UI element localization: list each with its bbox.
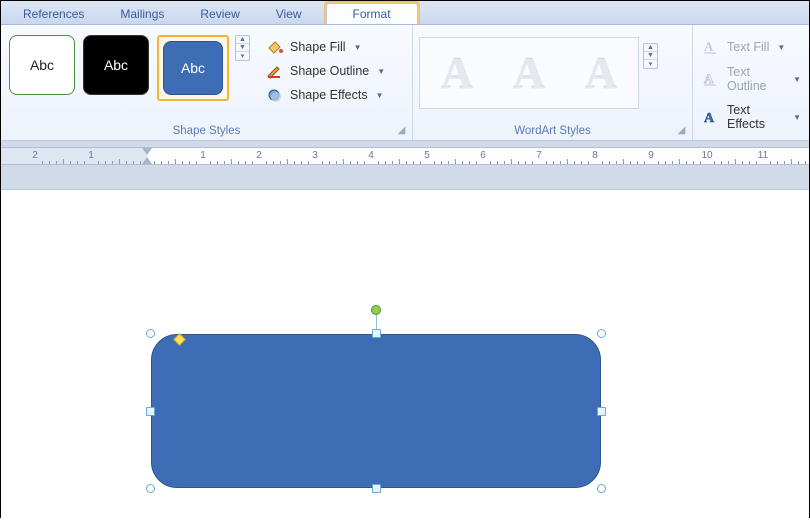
first-line-indent-marker[interactable] xyxy=(142,148,152,155)
ruler-area: 211234567891011 xyxy=(1,141,809,190)
document-canvas[interactable] xyxy=(1,190,809,520)
resize-handle-w[interactable] xyxy=(146,407,155,416)
text-outline-icon: A xyxy=(703,71,721,87)
text-effects-button[interactable]: A Text Effects ▼ xyxy=(701,101,803,133)
bucket-icon xyxy=(266,39,284,55)
tab-review[interactable]: Review xyxy=(182,3,257,24)
gallery-scroll-up[interactable]: ▲ xyxy=(236,36,249,44)
tab-view[interactable]: View xyxy=(258,3,320,24)
wordart-preset-3[interactable]: A xyxy=(570,44,632,102)
wordart-preset-2[interactable]: A xyxy=(498,44,560,102)
selected-shape-rounded-rectangle[interactable] xyxy=(151,334,601,488)
chevron-down-icon: ▼ xyxy=(376,91,384,100)
text-effects-icon: A xyxy=(703,109,721,125)
shape-style-preset-selected[interactable]: Abc xyxy=(157,35,229,101)
gallery-scroll-down[interactable]: ▼ xyxy=(236,44,249,52)
text-outline-label: Text Outline xyxy=(727,65,785,93)
tab-references[interactable]: References xyxy=(5,3,102,24)
group-label-shape-styles: Shape Styles xyxy=(7,122,406,140)
ruler-number: 8 xyxy=(592,150,598,161)
shape-outline-label: Shape Outline xyxy=(290,64,369,78)
gallery-expand[interactable]: ▾ xyxy=(644,60,657,68)
contextual-tab-drawing-tools: Format xyxy=(324,1,420,24)
ruler-number: 11 xyxy=(758,150,768,161)
ruler-number: 4 xyxy=(368,150,374,161)
ruler-number: 9 xyxy=(648,150,654,161)
shape-fill-label: Shape Fill xyxy=(290,40,346,54)
chevron-down-icon: ▼ xyxy=(354,43,362,52)
ruler-number: 6 xyxy=(480,150,486,161)
group-wordart-styles: A A A ▲ ▼ ▾ WordArt Styles ◢ xyxy=(413,25,693,140)
chevron-down-icon: ▼ xyxy=(793,75,801,84)
text-fill-icon: A xyxy=(703,39,721,55)
shape-style-preset-2[interactable]: Abc xyxy=(83,35,149,95)
ribbon-tabs: References Mailings Review View Format xyxy=(1,1,809,25)
gallery-scroll-down[interactable]: ▼ xyxy=(644,52,657,60)
ruler-number: 3 xyxy=(312,150,318,161)
shape-fill-button[interactable]: Shape Fill ▼ xyxy=(264,37,387,57)
text-effects-label: Text Effects xyxy=(727,103,785,131)
hanging-indent-marker[interactable] xyxy=(142,157,152,164)
group-text: A Text Fill ▼ A Text Outline ▼ A Text Ef… xyxy=(693,25,809,140)
text-fill-label: Text Fill xyxy=(727,40,769,54)
tab-mailings[interactable]: Mailings xyxy=(102,3,182,24)
resize-handle-sw[interactable] xyxy=(146,484,155,493)
wordart-dialog-launcher[interactable]: ◢ xyxy=(675,124,688,137)
resize-handle-ne[interactable] xyxy=(597,329,606,338)
rotation-handle[interactable] xyxy=(371,305,381,315)
ribbon: Abc Abc Abc ▲ ▼ ▾ Shape Fill ▼ xyxy=(1,25,809,141)
shape-style-gallery[interactable]: Abc Abc Abc xyxy=(7,29,231,101)
group-label-wordart-styles: WordArt Styles xyxy=(419,122,686,140)
resize-handle-s[interactable] xyxy=(372,484,381,493)
svg-text:A: A xyxy=(704,71,714,86)
gallery-scroll-up[interactable]: ▲ xyxy=(644,44,657,52)
shape-effects-label: Shape Effects xyxy=(290,88,368,102)
svg-text:A: A xyxy=(704,111,715,125)
group-shape-styles: Abc Abc Abc ▲ ▼ ▾ Shape Fill ▼ xyxy=(1,25,413,140)
horizontal-ruler[interactable]: 211234567891011 xyxy=(1,147,809,165)
resize-handle-e[interactable] xyxy=(597,407,606,416)
ruler-number: 1 xyxy=(200,150,206,161)
ruler-number: 7 xyxy=(536,150,542,161)
shape-effects-button[interactable]: Shape Effects ▼ xyxy=(264,85,387,105)
ruler-number: 1 xyxy=(88,150,94,161)
resize-handle-se[interactable] xyxy=(597,484,606,493)
text-fill-button[interactable]: A Text Fill ▼ xyxy=(701,37,803,57)
chevron-down-icon: ▼ xyxy=(377,67,385,76)
shape-style-gallery-spinner: ▲ ▼ ▾ xyxy=(235,35,250,61)
gallery-expand[interactable]: ▾ xyxy=(236,52,249,60)
shape-styles-dialog-launcher[interactable]: ◢ xyxy=(395,124,408,137)
ruler-number: 2 xyxy=(256,150,262,161)
wordart-preset-1[interactable]: A xyxy=(426,44,488,102)
wordart-style-gallery[interactable]: A A A xyxy=(419,37,639,109)
shape-outline-button[interactable]: Shape Outline ▼ xyxy=(264,61,387,81)
ruler-number: 2 xyxy=(32,150,38,161)
effects-icon xyxy=(266,87,284,103)
tab-format[interactable]: Format xyxy=(326,3,418,24)
shape-style-preset-1[interactable]: Abc xyxy=(9,35,75,95)
shape-style-preset-3: Abc xyxy=(163,41,223,95)
chevron-down-icon: ▼ xyxy=(793,113,801,122)
ruler-number: 10 xyxy=(701,150,712,161)
wordart-gallery-spinner: ▲ ▼ ▾ xyxy=(643,43,658,69)
resize-handle-nw[interactable] xyxy=(146,329,155,338)
resize-handle-n[interactable] xyxy=(372,329,381,338)
chevron-down-icon: ▼ xyxy=(777,43,785,52)
ruler-number: 5 xyxy=(424,150,430,161)
text-outline-button[interactable]: A Text Outline ▼ xyxy=(701,63,803,95)
svg-text:A: A xyxy=(704,39,714,54)
pencil-icon xyxy=(266,63,284,79)
